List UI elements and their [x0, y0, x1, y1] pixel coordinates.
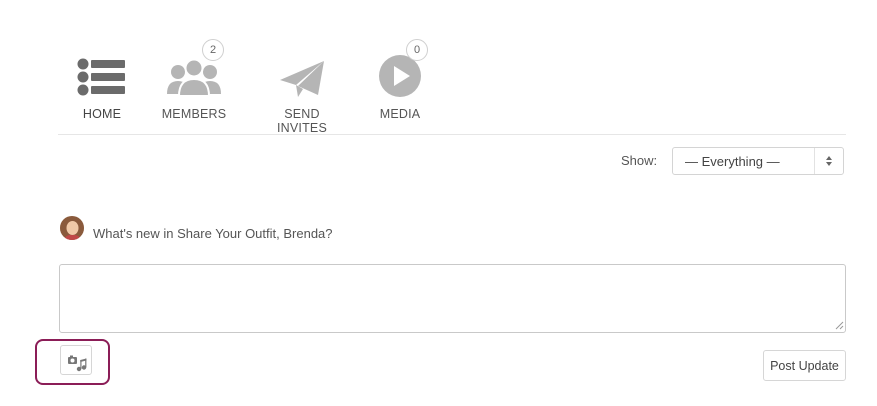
show-filter-label: Show: [621, 153, 658, 168]
avatar[interactable] [60, 216, 84, 240]
nav-label-home: HOME [82, 107, 122, 121]
post-update-button[interactable]: Post Update [763, 350, 846, 381]
whats-new-prompt: What's new in Share Your Outfit, Brenda? [93, 226, 333, 241]
nav-item-media[interactable]: 0 MEDIA [370, 39, 430, 121]
add-media-button[interactable] [60, 345, 92, 375]
nav-label-media: MEDIA [379, 107, 421, 121]
nav-label-send-invites: SEND INVITES [276, 107, 328, 135]
activity-filter-value: — Everything — [685, 154, 780, 169]
list-icon [68, 40, 136, 98]
group-nav: HOME 2 MEMBERS SEND INVITES 0 MEDIA [58, 39, 846, 135]
select-arrows-icon [814, 148, 843, 174]
activity-filter-select[interactable]: — Everything — [672, 147, 844, 175]
media-count-badge: 0 [406, 39, 428, 61]
nav-item-send-invites[interactable]: SEND INVITES [258, 40, 346, 135]
camera-music-icon [68, 355, 87, 371]
nav-item-members[interactable]: 2 MEMBERS [160, 39, 228, 121]
resize-grip-icon[interactable] [834, 320, 844, 330]
nav-label-members: MEMBERS [161, 107, 227, 121]
members-icon: 2 [160, 39, 228, 98]
play-icon: 0 [370, 39, 430, 98]
paper-plane-icon [258, 40, 346, 98]
members-count-badge: 2 [202, 39, 224, 61]
whats-new-textarea[interactable] [59, 264, 846, 333]
nav-item-home[interactable]: HOME [68, 40, 136, 121]
